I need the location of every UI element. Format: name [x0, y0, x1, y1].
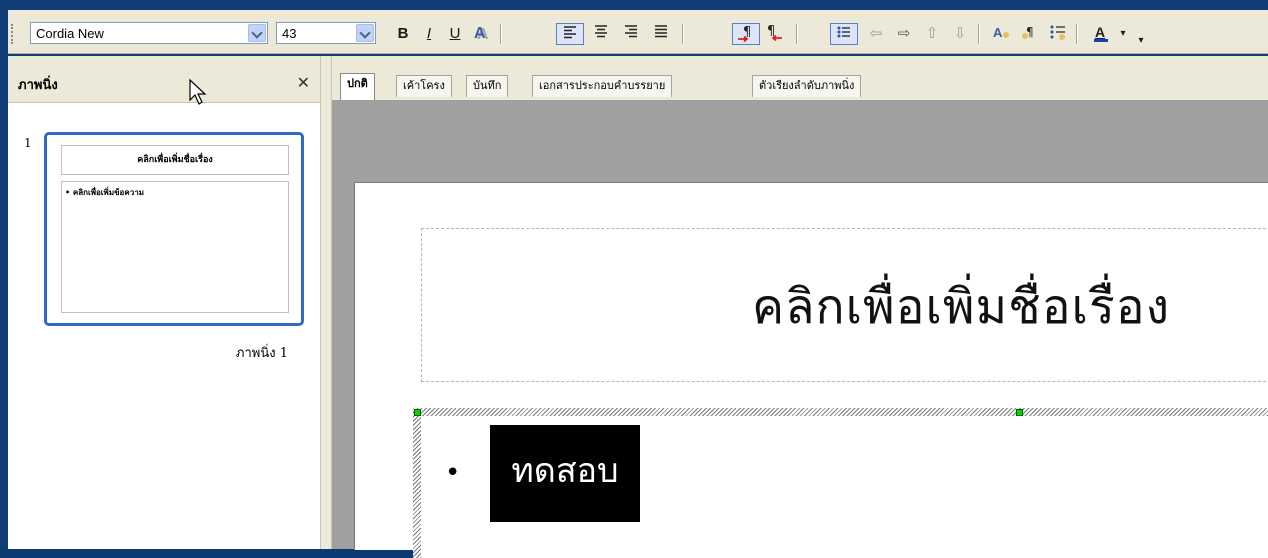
justify-icon[interactable] — [648, 23, 674, 45]
bullets-numbering-icon[interactable] — [1046, 23, 1070, 45]
paragraph-format-icon[interactable]: ¶ — [1018, 23, 1042, 45]
body-content[interactable]: • ทดสอบ — [421, 416, 1268, 558]
svg-text:A: A — [474, 25, 486, 42]
font-size-value: 43 — [282, 26, 297, 41]
toolbar-grip[interactable] — [11, 24, 16, 44]
slides-panel-title: ภาพนิ่ง — [18, 78, 58, 93]
bullet-icon: • — [445, 458, 461, 488]
slides-panel: ภาพนิ่ง ✕ 1 คลิกเพื่อเพิ่มชื่อเรื่อง • ค… — [8, 56, 320, 549]
font-size-combo[interactable]: 43 — [276, 22, 376, 44]
title-placeholder[interactable]: คลิกเพื่อเพิ่มชื่อเรื่อง — [421, 228, 1268, 382]
slide-number: 1 — [24, 136, 32, 150]
slides-panel-header: ภาพนิ่ง ✕ — [8, 56, 320, 105]
formatting-toolbar: Cordia New 43 B I U AA ¶ ¶ ⇦ ⇨ ⇧ ⇩ A ¶ A… — [8, 10, 1268, 54]
body-text-frame[interactable]: • ทดสอบ — [413, 408, 1268, 558]
align-right-icon[interactable] — [618, 23, 644, 45]
font-color-icon[interactable]: A — [1088, 23, 1114, 45]
thumbnail-title: คลิกเพื่อเพิ่มชื่อเรื่อง — [61, 145, 289, 175]
rtl-paragraph-icon[interactable]: ¶ — [762, 23, 788, 45]
selected-body-text[interactable]: ทดสอบ — [490, 425, 640, 522]
toolbar-separator — [1076, 24, 1078, 44]
font-name-value: Cordia New — [36, 26, 104, 41]
thumbnail-body: • คลิกเพื่อเพิ่มข้อความ — [61, 181, 289, 313]
chevron-down-icon[interactable] — [248, 24, 266, 42]
tab-handouts[interactable]: เอกสารประกอบคำบรรยาย — [532, 75, 673, 97]
ltr-paragraph-icon[interactable]: ¶ — [732, 23, 760, 45]
font-color-dropdown-icon[interactable]: ▾ — [1116, 23, 1130, 45]
svg-text:A: A — [1095, 24, 1105, 40]
slide-canvas[interactable]: คลิกเพื่อเพิ่มชื่อเรื่อง • ทดสอบ — [354, 182, 1268, 558]
mouse-cursor-icon — [189, 78, 207, 105]
close-icon[interactable]: ✕ — [297, 73, 310, 92]
toolbar-separator — [682, 24, 684, 44]
move-up-icon[interactable]: ⇧ — [920, 23, 944, 45]
panel-splitter[interactable] — [320, 56, 332, 549]
slide-thumbnail[interactable]: คลิกเพื่อเพิ่มชื่อเรื่อง • คลิกเพื่อเพิ่… — [44, 132, 304, 326]
resize-handle-top-left[interactable] — [414, 409, 421, 416]
toolbar-overflow-icon[interactable]: ▾ — [1136, 30, 1146, 52]
bullet-list-icon[interactable] — [830, 23, 858, 45]
character-format-icon[interactable]: A — [990, 23, 1014, 45]
bold-button[interactable]: B — [392, 23, 414, 45]
italic-button[interactable]: I — [418, 23, 440, 45]
chevron-down-icon[interactable] — [356, 24, 374, 42]
workspace: ปกติ เค้าโครง บันทึก เอกสารประกอบคำบรรยา… — [332, 56, 1268, 558]
svg-text:A: A — [993, 25, 1003, 40]
resize-handle-top-center[interactable] — [1016, 409, 1023, 416]
font-name-combo[interactable]: Cordia New — [30, 22, 268, 44]
align-left-icon[interactable] — [556, 23, 584, 45]
slide-title: คลิกเพื่อเพิ่มชื่อเรื่อง — [752, 279, 1171, 335]
demote-icon[interactable]: ⇨ — [892, 23, 916, 45]
align-center-icon[interactable] — [588, 23, 614, 45]
tab-slide-sorter[interactable]: ตัวเรียงลำดับภาพนิ่ง — [752, 75, 862, 97]
tab-outline[interactable]: เค้าโครง — [396, 75, 452, 97]
underline-button[interactable]: U — [444, 23, 466, 45]
tab-notes[interactable]: บันทึก — [466, 75, 509, 97]
toolbar-separator — [978, 24, 980, 44]
svg-text:¶: ¶ — [743, 25, 751, 40]
view-tabs: ปกติ เค้าโครง บันทึก เอกสารประกอบคำบรรยา… — [332, 56, 1268, 101]
promote-icon[interactable]: ⇦ — [864, 23, 888, 45]
move-down-icon[interactable]: ⇩ — [948, 23, 972, 45]
slide-label: ภาพนิ่ง 1 — [235, 346, 288, 361]
tab-normal[interactable]: ปกติ — [340, 73, 375, 100]
shadow-icon[interactable]: AA — [470, 23, 494, 45]
toolbar-separator — [500, 24, 502, 44]
app-window: Cordia New 43 B I U AA ¶ ¶ ⇦ ⇨ ⇧ ⇩ A ¶ A… — [0, 0, 1268, 558]
toolbar-separator — [796, 24, 798, 44]
